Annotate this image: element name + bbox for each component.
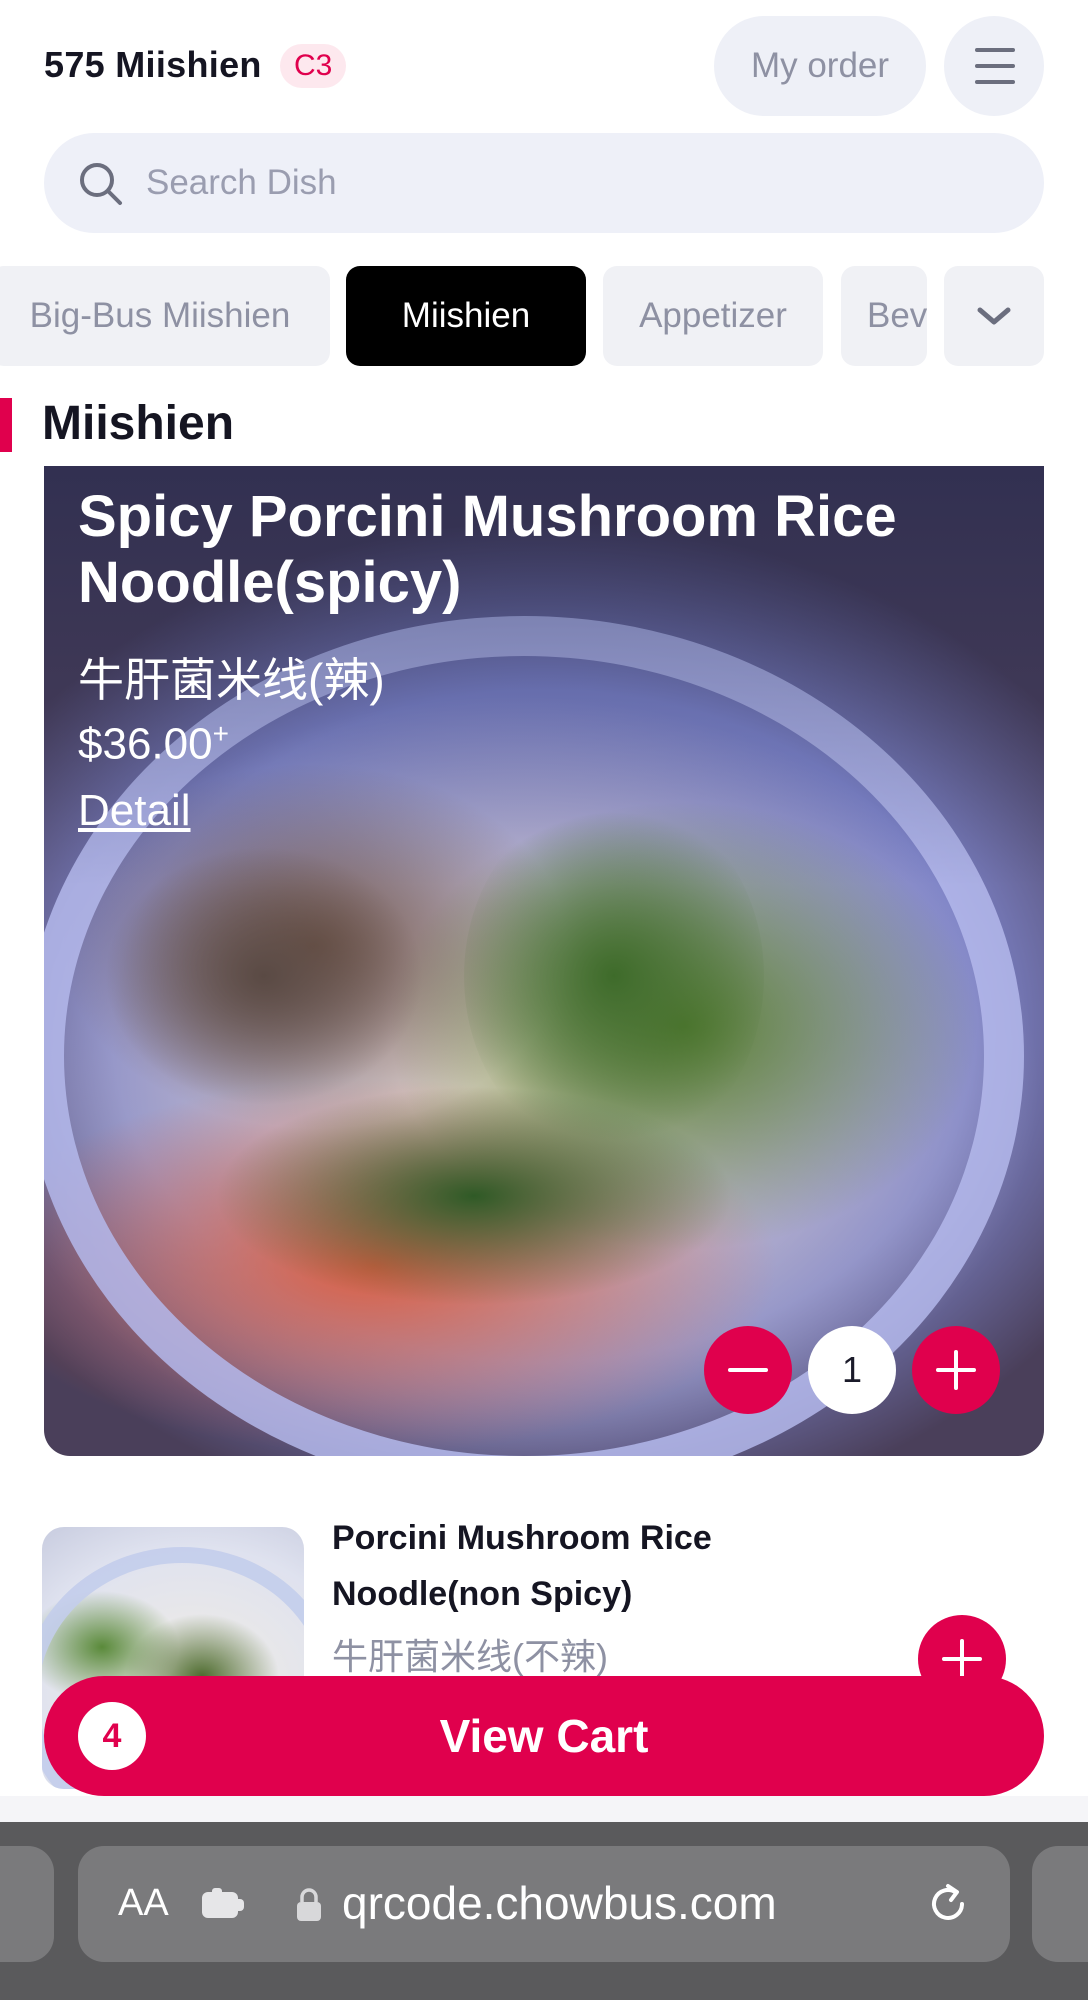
dish-photo-greens: [214, 1086, 734, 1306]
table-badge: C3: [280, 44, 347, 88]
search-input[interactable]: [146, 153, 1006, 213]
item-name[interactable]: Porcini Mushroom Rice Noodle(non Spicy): [332, 1510, 852, 1622]
search-icon: [80, 163, 122, 205]
tab-appetizer[interactable]: Appetizer: [603, 266, 823, 366]
plus-icon-vertical: [960, 1639, 964, 1679]
price-suffix: +: [212, 718, 229, 749]
decrease-quantity-button[interactable]: [704, 1326, 792, 1414]
featured-item-name-cn: 牛肝菌米线(辣): [78, 654, 385, 706]
header: 575 Miishien C3 My order: [0, 0, 1088, 130]
menu-button[interactable]: [944, 16, 1044, 116]
footer-spacer: [0, 1796, 1088, 1822]
hamburger-icon-line: [975, 80, 1015, 84]
view-cart-button[interactable]: View Cart 4: [44, 1676, 1044, 1796]
quantity-value: 1: [808, 1326, 896, 1414]
address-bar[interactable]: AA qrcode.chowbus.com: [78, 1846, 1010, 1962]
text-size-button[interactable]: AA: [118, 1882, 169, 1925]
item-name-cn: 牛肝菌米线(不辣): [332, 1636, 608, 1677]
my-order-button[interactable]: My order: [714, 16, 926, 116]
next-tab-pill[interactable]: [1032, 1846, 1088, 1962]
lock-icon: [297, 1888, 321, 1921]
tab-big-bus-miishien[interactable]: Big-Bus Miishien: [0, 266, 330, 366]
plus-icon-vertical: [954, 1350, 958, 1390]
detail-link[interactable]: Detail: [78, 786, 191, 836]
section-title: Miishien: [42, 397, 235, 450]
tab-miishien[interactable]: Miishien: [346, 266, 586, 366]
more-categories-button[interactable]: [944, 266, 1044, 366]
featured-item-name: Spicy Porcini Mushroom Rice Noodle(spicy…: [78, 484, 897, 615]
featured-item-card[interactable]: Spicy Porcini Mushroom Rice Noodle(spicy…: [44, 466, 1044, 1456]
url-text: qrcode.chowbus.com: [342, 1877, 777, 1929]
view-cart-label: View Cart: [439, 1710, 649, 1762]
price-value: $36.00: [78, 719, 213, 769]
extension-icon[interactable]: [198, 1884, 248, 1924]
minus-icon: [728, 1368, 768, 1372]
chevron-down-icon: [977, 307, 1011, 325]
cart-count-badge: 4: [78, 1702, 146, 1770]
browser-toolbar: AA qrcode.chowbus.com: [0, 1822, 1088, 2000]
store-name: 575 Miishien: [44, 44, 262, 85]
featured-item-price: $36.00+: [78, 718, 229, 770]
previous-tab-pill[interactable]: [0, 1846, 54, 1962]
search-bar[interactable]: [44, 133, 1044, 233]
hamburger-icon: [975, 48, 1015, 52]
section-accent-bar: [0, 398, 12, 452]
tab-beverage[interactable]: Bev: [841, 266, 927, 366]
hamburger-icon-line: [975, 64, 1015, 68]
category-tabs: Big-Bus Miishien Miishien Appetizer Bev: [0, 266, 1088, 366]
increase-quantity-button[interactable]: [912, 1326, 1000, 1414]
reload-icon[interactable]: [924, 1880, 972, 1928]
